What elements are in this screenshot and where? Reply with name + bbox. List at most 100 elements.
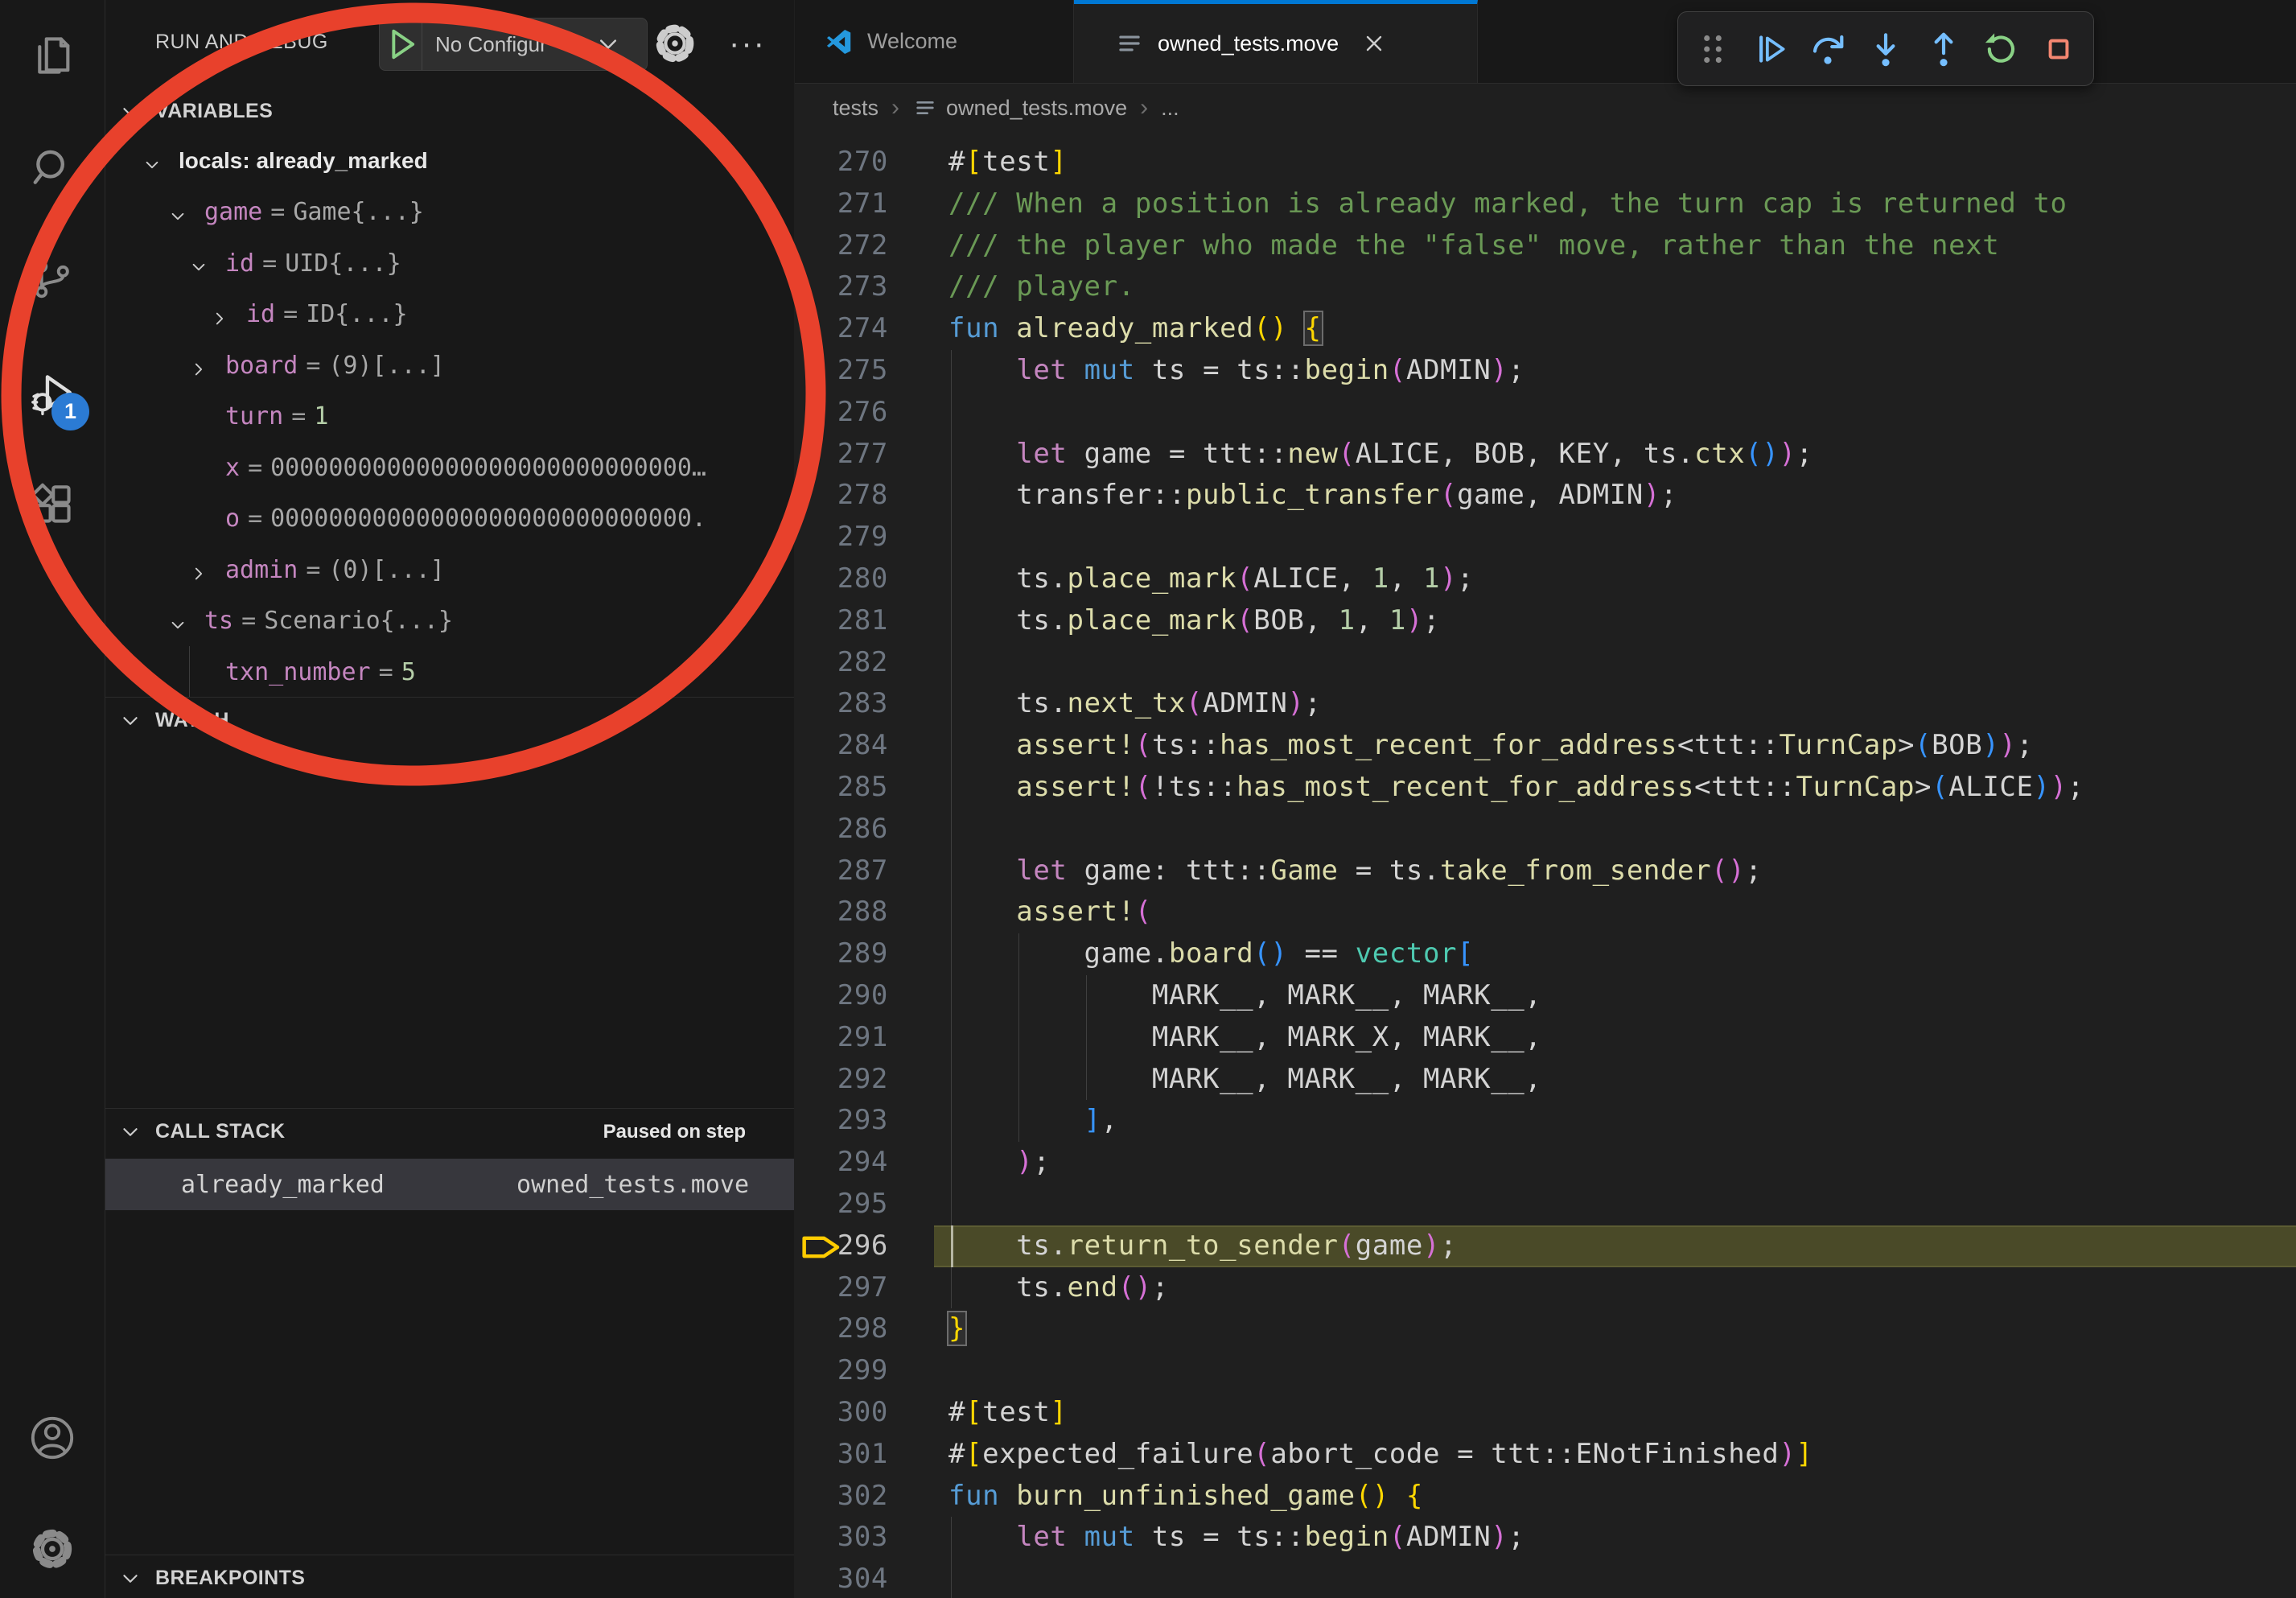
code-line-270[interactable]: 270#[test] xyxy=(795,142,2296,183)
breadcrumb-item[interactable]: tests xyxy=(833,96,878,121)
line-number[interactable]: 290 xyxy=(795,975,888,1017)
drag-handle[interactable] xyxy=(1693,29,1733,69)
source-control-icon[interactable] xyxy=(29,256,76,303)
line-number[interactable]: 273 xyxy=(795,266,888,308)
breadcrumb-item[interactable]: owned_tests.move xyxy=(946,96,1127,121)
variable-row-x[interactable]: x=00000000000000000000000000000… xyxy=(105,442,794,493)
line-number[interactable]: 295 xyxy=(795,1184,888,1225)
code-line-297[interactable]: 297 ts.end(); xyxy=(795,1267,2296,1309)
breadcrumb[interactable]: tests›owned_tests.move›... xyxy=(795,84,2296,132)
line-number[interactable]: 289 xyxy=(795,933,888,975)
line-number[interactable]: 300 xyxy=(795,1392,888,1434)
line-number[interactable]: 274 xyxy=(795,308,888,350)
code-line-292[interactable]: 292 MARK__, MARK__, MARK__, xyxy=(795,1059,2296,1101)
code-line-286[interactable]: 286 xyxy=(795,809,2296,850)
variables-section-header[interactable]: VARIABLES xyxy=(105,89,794,135)
line-number[interactable]: 285 xyxy=(795,767,888,809)
line-number[interactable]: 279 xyxy=(795,517,888,558)
code-line-303[interactable]: 303 let mut ts = ts::begin(ADMIN); xyxy=(795,1517,2296,1559)
watch-section-header[interactable]: WATCH xyxy=(105,698,794,744)
breakpoints-section-header[interactable]: BREAKPOINTS xyxy=(105,1555,794,1598)
line-number[interactable]: 271 xyxy=(795,183,888,225)
tab-owned-tests-move[interactable]: owned_tests.move xyxy=(1074,0,1478,83)
line-number[interactable]: 275 xyxy=(795,350,888,392)
code-line-289[interactable]: 289 game.board() == vector[ xyxy=(795,933,2296,975)
code-line-302[interactable]: 302fun burn_unfinished_game() { xyxy=(795,1476,2296,1518)
chevron-right-icon[interactable] xyxy=(211,306,228,323)
line-number[interactable]: 297 xyxy=(795,1267,888,1309)
code-line-280[interactable]: 280 ts.place_mark(ALICE, 1, 1); xyxy=(795,558,2296,600)
code-line-278[interactable]: 278 transfer::public_transfer(game, ADMI… xyxy=(795,475,2296,517)
line-number[interactable]: 272 xyxy=(795,225,888,267)
line-number[interactable]: 293 xyxy=(795,1100,888,1142)
code-line-284[interactable]: 284 assert!(ts::has_most_recent_for_addr… xyxy=(795,725,2296,767)
code-editor[interactable]: 270#[test]271/// When a position is alre… xyxy=(795,132,2296,1598)
continue-button[interactable] xyxy=(1751,29,1791,69)
account-icon[interactable] xyxy=(29,1415,76,1461)
line-number[interactable]: 299 xyxy=(795,1350,888,1392)
settings-gear-icon[interactable] xyxy=(29,1526,76,1572)
extensions-icon[interactable] xyxy=(29,481,76,528)
line-number[interactable]: 298 xyxy=(795,1308,888,1350)
line-number[interactable]: 294 xyxy=(795,1142,888,1184)
code-line-294[interactable]: 294 ); xyxy=(795,1142,2296,1184)
code-line-283[interactable]: 283 ts.next_tx(ADMIN); xyxy=(795,683,2296,725)
step-over-button[interactable] xyxy=(1808,29,1848,69)
code-line-274[interactable]: 274fun already_marked() { xyxy=(795,308,2296,350)
line-number[interactable]: 287 xyxy=(795,850,888,892)
settings-gear-icon[interactable] xyxy=(652,21,697,66)
code-line-288[interactable]: 288 assert!( xyxy=(795,892,2296,933)
variable-row-txn_number[interactable]: txn_number=5 xyxy=(105,646,794,698)
line-number[interactable]: 292 xyxy=(795,1059,888,1101)
chevron-right-icon[interactable] xyxy=(190,561,208,579)
chevron-right-icon[interactable] xyxy=(190,356,208,374)
variable-row-turn[interactable]: turn=1 xyxy=(105,391,794,443)
code-line-296[interactable]: 296 ts.return_to_sender(game); xyxy=(795,1225,2296,1267)
variable-row-board[interactable]: board=(9)[...] xyxy=(105,340,794,391)
debug-config-dropdown[interactable]: No Configur xyxy=(379,18,648,71)
call-stack-frame[interactable]: already_marked owned_tests.move xyxy=(105,1159,794,1210)
line-number[interactable]: 281 xyxy=(795,600,888,642)
code-line-301[interactable]: 301#[expected_failure(abort_code = ttt::… xyxy=(795,1434,2296,1476)
code-line-291[interactable]: 291 MARK__, MARK_X, MARK__, xyxy=(795,1017,2296,1059)
variable-row-o[interactable]: o=00000000000000000000000000000. xyxy=(105,493,794,545)
code-line-304[interactable]: 304 xyxy=(795,1559,2296,1598)
code-line-287[interactable]: 287 let game: ttt::Game = ts.take_from_s… xyxy=(795,850,2296,892)
files-icon[interactable] xyxy=(29,32,76,79)
chevron-down-icon[interactable] xyxy=(143,152,161,170)
chevron-down-icon[interactable] xyxy=(190,254,208,272)
line-number[interactable]: 280 xyxy=(795,558,888,600)
start-debug-icon[interactable] xyxy=(380,19,422,70)
code-line-279[interactable]: 279 xyxy=(795,517,2296,558)
variable-row-ts[interactable]: ts=Scenario{...} xyxy=(105,595,794,647)
current-stack-frame-arrow-icon[interactable] xyxy=(801,1232,843,1262)
variable-row-admin[interactable]: admin=(0)[...] xyxy=(105,544,794,595)
line-number[interactable]: 276 xyxy=(795,392,888,434)
variables-scope-row[interactable]: locals: already_marked xyxy=(105,135,794,187)
line-number[interactable]: 277 xyxy=(795,434,888,476)
code-line-272[interactable]: 272/// the player who made the "false" m… xyxy=(795,225,2296,267)
close-icon[interactable] xyxy=(1361,31,1387,56)
breadcrumb-item[interactable]: ... xyxy=(1161,96,1179,121)
variable-row-id[interactable]: id=ID{...} xyxy=(105,289,794,340)
tab-welcome[interactable]: Welcome xyxy=(795,0,1074,83)
code-line-295[interactable]: 295 xyxy=(795,1184,2296,1225)
code-line-299[interactable]: 299 xyxy=(795,1350,2296,1392)
code-line-277[interactable]: 277 let game = ttt::new(ALICE, BOB, KEY,… xyxy=(795,434,2296,476)
code-line-290[interactable]: 290 MARK__, MARK__, MARK__, xyxy=(795,975,2296,1017)
more-actions-icon[interactable]: ··· xyxy=(725,21,770,66)
code-line-300[interactable]: 300#[test] xyxy=(795,1392,2296,1434)
line-number[interactable]: 304 xyxy=(795,1559,888,1598)
line-number[interactable]: 278 xyxy=(795,475,888,517)
code-line-281[interactable]: 281 ts.place_mark(BOB, 1, 1); xyxy=(795,600,2296,642)
stop-button[interactable] xyxy=(2039,29,2079,69)
line-number[interactable]: 303 xyxy=(795,1517,888,1559)
code-line-285[interactable]: 285 assert!(!ts::has_most_recent_for_add… xyxy=(795,767,2296,809)
line-number[interactable]: 288 xyxy=(795,892,888,933)
line-number[interactable]: 270 xyxy=(795,142,888,183)
code-line-293[interactable]: 293 ], xyxy=(795,1100,2296,1142)
line-number[interactable]: 301 xyxy=(795,1434,888,1476)
line-number[interactable]: 291 xyxy=(795,1017,888,1059)
variable-row-game[interactable]: game=Game{...} xyxy=(105,187,794,238)
line-number[interactable]: 282 xyxy=(795,642,888,684)
